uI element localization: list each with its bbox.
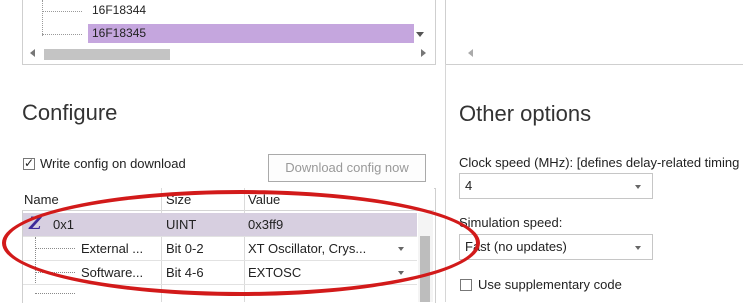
clock-speed-value: 4 xyxy=(465,178,473,193)
row-value: 0x3ff9 xyxy=(248,217,284,232)
row-size: Bit 4-6 xyxy=(166,265,204,280)
configure-title: Configure xyxy=(22,100,118,125)
dropdown-arrow-icon[interactable] xyxy=(416,32,424,37)
row-size: Bit 0-2 xyxy=(166,241,204,256)
device-item-16f18345[interactable]: 16F18345 xyxy=(88,24,414,43)
vertical-scrollbar-thumb[interactable] xyxy=(420,236,430,302)
tree-connector xyxy=(42,0,43,36)
chevron-down-icon[interactable] xyxy=(398,271,404,275)
chevron-down-icon xyxy=(635,185,641,189)
supplementary-code-label: Use supplementary code xyxy=(478,277,622,292)
tree-connector xyxy=(35,248,75,249)
chevron-down-icon xyxy=(635,246,641,250)
row-size: UINT xyxy=(166,217,197,232)
row-name: Software... xyxy=(81,265,144,280)
supplementary-code-checkbox[interactable] xyxy=(460,279,472,291)
right-top-panel xyxy=(445,0,743,65)
clock-speed-select[interactable]: 4 xyxy=(459,173,653,199)
grid-header xyxy=(22,188,434,211)
tree-connector xyxy=(42,34,82,35)
download-config-button[interactable]: Download config now xyxy=(268,154,426,182)
table-row[interactable]: Z 0x1 UINT 0x3ff9 xyxy=(23,213,417,237)
column-header-name[interactable]: Name xyxy=(24,192,59,207)
other-options-title: Other options xyxy=(459,101,592,126)
tree-connector xyxy=(42,11,82,12)
scroll-left-icon[interactable] xyxy=(30,49,35,57)
write-config-checkbox[interactable] xyxy=(23,156,35,170)
table-row[interactable] xyxy=(23,285,417,302)
tree-connector xyxy=(35,293,75,294)
row-value[interactable]: EXTOSC xyxy=(248,265,301,280)
row-name: 0x1 xyxy=(53,217,74,232)
register-z-icon: Z xyxy=(29,214,42,234)
tree-connector xyxy=(35,272,75,273)
column-header-value[interactable]: Value xyxy=(248,192,280,207)
panel-divider xyxy=(445,64,446,302)
simulation-speed-select[interactable]: Fast (no updates) xyxy=(459,234,653,260)
column-header-size[interactable]: Size xyxy=(166,192,191,207)
horizontal-scrollbar-thumb[interactable] xyxy=(44,49,170,60)
table-row[interactable]: Software... Bit 4-6 EXTOSC xyxy=(23,261,417,285)
clock-speed-label: Clock speed (MHz): [defines delay-relate… xyxy=(459,155,740,170)
table-row[interactable]: External ... Bit 0-2 XT Oscillator, Crys… xyxy=(23,237,417,285)
scroll-left-icon[interactable] xyxy=(468,49,473,57)
row-value[interactable]: XT Oscillator, Crys... xyxy=(248,241,366,256)
scroll-right-icon[interactable] xyxy=(421,49,426,57)
simulation-speed-value: Fast (no updates) xyxy=(465,239,567,254)
row-name: External ... xyxy=(81,241,144,256)
simulation-speed-label: Simulation speed: xyxy=(459,215,563,230)
device-item-16f18344[interactable]: 16F18344 xyxy=(92,3,146,17)
chevron-down-icon[interactable] xyxy=(398,247,404,251)
write-config-label: Write config on download xyxy=(40,156,186,171)
